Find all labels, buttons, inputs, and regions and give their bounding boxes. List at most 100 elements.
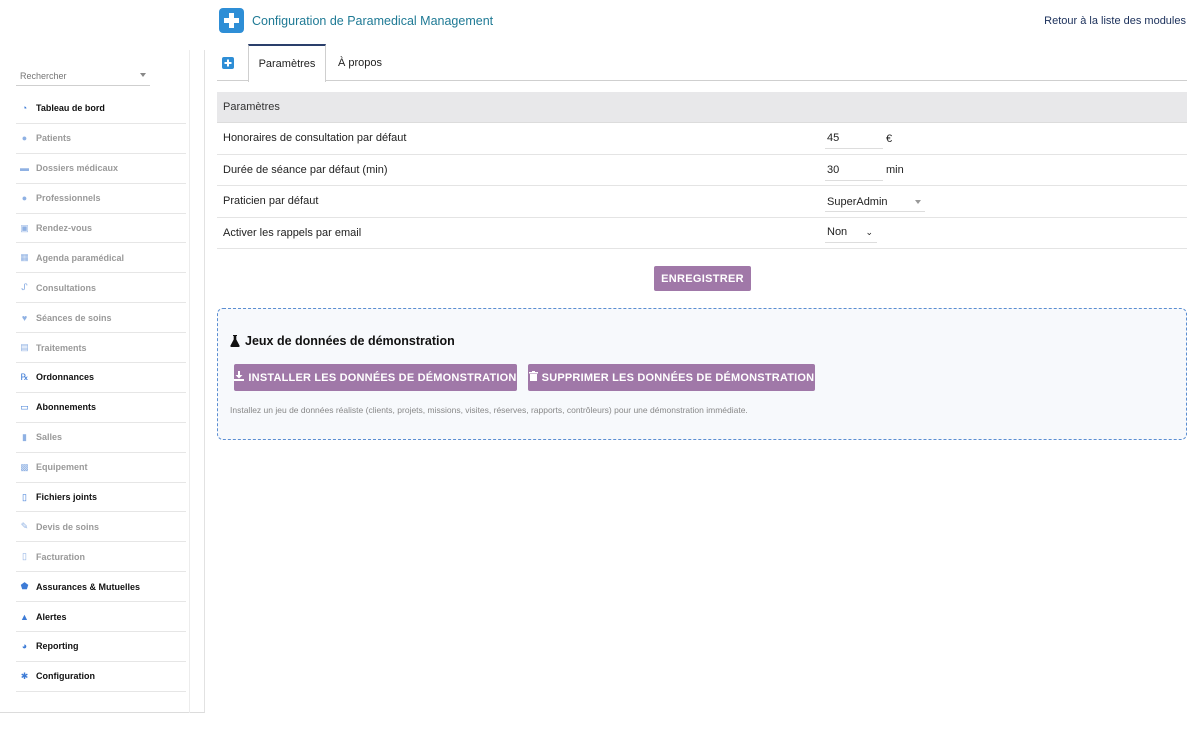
sidebar-item-label: Equipement (36, 462, 88, 473)
settings-row-reminders: Activer les rappels par email Non ⌄ (217, 218, 1187, 249)
sidebar: ◔ Tableau de bord ● Patients ▬ Dossiers médic… (0, 50, 205, 713)
demo-data-panel: Jeux de données de démonstration INSTALL… (217, 308, 1187, 440)
stethoscope-icon: ᔑ (21, 282, 28, 293)
practitioner-select[interactable]: SuperAdmin (825, 192, 925, 212)
install-demo-label: INSTALLER LES DONNÉES DE DÉMONSTRATION (248, 371, 517, 384)
setting-label: Activer les rappels par email (223, 226, 362, 239)
sidebar-item-ordonnances[interactable]: ℞ Ordonnances (16, 363, 186, 393)
sidebar-item-reporting[interactable]: ◕ Reporting (16, 632, 186, 662)
sidebar-menu: ◔ Tableau de bord ● Patients ▬ Dossiers médic… (16, 94, 186, 692)
sidebar-item-consultations[interactable]: ᔑ Consultations (16, 273, 186, 304)
reminders-select-value: Non (827, 226, 848, 238)
sidebar-item-label: Consultations (36, 282, 96, 293)
demo-hint-text: Installez un jeu de données réaliste (cl… (230, 405, 748, 415)
setting-label: Praticien par défaut (223, 195, 319, 208)
invoice-icon: ▯ (22, 551, 27, 562)
setting-label: Honoraires de consultation par défaut (223, 132, 407, 145)
sidebar-item-label: Fichiers joints (36, 492, 98, 503)
practitioner-select-value: SuperAdmin (827, 195, 888, 208)
shield-icon: ⬟ (20, 581, 29, 592)
sidebar-item-equipement[interactable]: ▩ Equipement (16, 453, 186, 483)
install-demo-button[interactable]: INSTALLER LES DONNÉES DE DÉMONSTRATION (234, 364, 517, 391)
toolbox-icon: ▩ (20, 461, 29, 472)
sidebar-item-professionnels[interactable]: ● Professionnels (16, 184, 186, 214)
sidebar-item-tableau-de-bord[interactable]: ◔ Tableau de bord (16, 94, 186, 124)
delete-demo-button[interactable]: SUPPRIMER LES DONNÉES DE DÉMONSTRATION (528, 364, 815, 391)
sidebar-item-configuration[interactable]: ✱ Configuration (16, 662, 186, 692)
sidebar-item-alertes[interactable]: ▲ Alertes (16, 602, 186, 633)
sidebar-search[interactable] (16, 66, 150, 86)
settings-section-title: Paramètres (217, 92, 1187, 123)
dashboard-icon: ◔ (21, 103, 28, 114)
download-icon (234, 371, 245, 384)
pie-chart-icon: ◕ (21, 641, 28, 652)
prescription-icon: ℞ (20, 371, 29, 382)
settings-row-duration: Durée de séance par défaut (min) 30 min (217, 155, 1187, 186)
sidebar-item-label: Séances de soins (36, 312, 112, 323)
sidebar-item-patients[interactable]: ● Patients (16, 124, 186, 154)
sidebar-item-label: Traitements (36, 342, 87, 353)
setting-label: Durée de séance par défaut (min) (223, 163, 388, 176)
fee-input[interactable]: 45 (825, 128, 883, 149)
sidebar-item-traitements[interactable]: ▤ Traitements (16, 333, 186, 364)
sidebar-item-label: Patients (36, 133, 72, 144)
settings-table: Paramètres Honoraires de consultation pa… (217, 92, 1187, 249)
demo-title: Jeux de données de démonstration (230, 334, 455, 348)
trash-icon (528, 371, 538, 384)
tab-parametres[interactable]: Paramètres (248, 44, 326, 82)
card-icon: ▭ (20, 401, 29, 412)
warning-icon: ▲ (20, 611, 29, 622)
sidebar-item-dossiers-m-dicaux[interactable]: ▬ Dossiers médicaux (16, 154, 186, 184)
sidebar-item-label: Rendez-vous (36, 223, 93, 233)
sidebar-item-label: Agenda paramédical (36, 252, 125, 263)
sidebar-item-label: Reporting (36, 641, 79, 652)
sidebar-item-label: Professionnels (36, 193, 101, 204)
sidebar-item-label: Assurances & Mutuelles (36, 581, 141, 592)
sidebar-item-label: Facturation (36, 551, 86, 562)
app-logo-icon (219, 8, 244, 33)
sidebar-item-salles[interactable]: ▮ Salles (16, 423, 186, 453)
sidebar-item-label: Configuration (36, 671, 95, 682)
user-icon: ● (21, 193, 28, 204)
sidebar-item-fichiers-joints[interactable]: ▯ Fichiers joints (16, 483, 186, 513)
flask-icon (230, 335, 240, 347)
chevron-down-icon (915, 200, 921, 204)
sidebar-item-abonnements[interactable]: ▭ Abonnements (16, 393, 186, 423)
sidebar-item-rendez-vous[interactable]: ▣ Rendez-vous (16, 214, 186, 244)
sidebar-item-facturation[interactable]: ▯ Facturation (16, 542, 186, 573)
currency-unit: € (886, 132, 893, 145)
settings-row-fee: Honoraires de consultation par défaut 45… (217, 123, 1187, 155)
sidebar-item-label: Alertes (36, 611, 67, 622)
back-to-modules-link[interactable]: Retour à la liste des modules (1044, 15, 1186, 27)
user-icon: ● (21, 133, 28, 144)
page-title: Configuration de Paramedical Management (252, 14, 494, 28)
module-icon (222, 57, 234, 69)
calendar-check-icon: ▣ (20, 222, 29, 233)
settings-row-practitioner: Praticien par défaut SuperAdmin (217, 186, 1187, 218)
save-button[interactable]: ENREGISTRER (654, 266, 751, 291)
pill-box-icon: ▤ (20, 342, 29, 353)
calendar-icon: ▦ (20, 252, 29, 263)
chevron-down-icon[interactable] (140, 73, 146, 77)
file-icon: ▯ (22, 491, 27, 502)
door-icon: ▮ (22, 431, 27, 442)
edit-icon: ✎ (20, 521, 29, 532)
duration-input[interactable]: 30 (825, 160, 883, 181)
sidebar-item-label: Ordonnances (36, 372, 95, 383)
reminders-select[interactable]: Non ⌄ (825, 223, 877, 243)
chevron-down-icon: ⌄ (865, 226, 873, 237)
sidebar-item-label: Dossiers médicaux (36, 163, 119, 174)
gear-icon: ✱ (20, 670, 29, 681)
delete-demo-label: SUPPRIMER LES DONNÉES DE DÉMONSTRATION (541, 371, 815, 384)
sidebar-item-s-ances-de-soins[interactable]: ♥ Séances de soins (16, 303, 186, 334)
sidebar-item-label: Salles (36, 432, 63, 443)
tab-a-propos[interactable]: À propos (330, 44, 390, 81)
sidebar-item-label: Abonnements (36, 402, 97, 413)
sidebar-item-devis-de-soins[interactable]: ✎ Devis de soins (16, 512, 186, 543)
tab-bar: Paramètres À propos (217, 44, 1187, 82)
folder-icon: ▬ (20, 163, 29, 174)
demo-title-text: Jeux de données de démonstration (245, 334, 455, 348)
sidebar-item-agenda-param-dical[interactable]: ▦ Agenda paramédical (16, 243, 186, 274)
sidebar-item-assurances-mutuelles[interactable]: ⬟ Assurances & Mutuelles (16, 572, 186, 603)
search-input[interactable] (16, 67, 134, 85)
